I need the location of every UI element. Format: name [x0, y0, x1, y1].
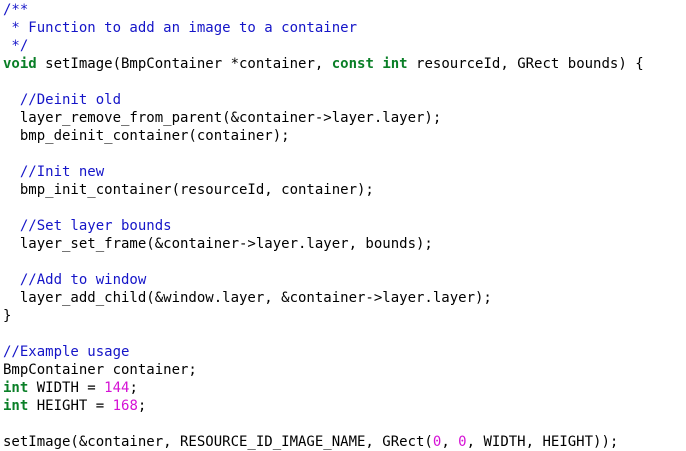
- code-line: }: [3, 307, 686, 325]
- code-line: layer_set_frame(&container->layer.layer,…: [3, 235, 686, 253]
- code-line: //Set layer bounds: [3, 217, 686, 235]
- code-line: int WIDTH = 144;: [3, 379, 686, 397]
- code-text: ,: [441, 434, 459, 450]
- code-line: //Example usage: [3, 343, 686, 361]
- code-text: ;: [129, 380, 138, 396]
- code-text: HEIGHT =: [28, 398, 113, 414]
- code-keyword: int: [3, 398, 29, 414]
- code-line: void setImage(BmpContainer *container, c…: [3, 55, 686, 73]
- code-comment: /**: [3, 2, 29, 18]
- code-line: layer_add_child(&window.layer, &containe…: [3, 289, 686, 307]
- code-line: //Deinit old: [3, 91, 686, 109]
- code-keyword: int: [3, 380, 29, 396]
- code-text: BmpContainer container;: [3, 362, 197, 378]
- code-line: /**: [3, 1, 686, 19]
- code-number: 168: [112, 398, 138, 414]
- code-comment: //Set layer bounds: [3, 218, 172, 234]
- code-comment: //Example usage: [3, 344, 130, 360]
- code-lines: /** * Function to add an image to a cont…: [0, 1, 686, 451]
- code-keyword: int: [382, 56, 408, 72]
- code-text: setImage(&container, RESOURCE_ID_IMAGE_N…: [3, 434, 433, 450]
- code-keyword: const: [331, 56, 374, 72]
- code-line: BmpContainer container;: [3, 361, 686, 379]
- code-comment: //Deinit old: [3, 92, 122, 108]
- code-comment: * Function to add an image to a containe…: [3, 20, 358, 36]
- code-line: */: [3, 37, 686, 55]
- code-text: , WIDTH, HEIGHT));: [466, 434, 619, 450]
- code-line: setImage(&container, RESOURCE_ID_IMAGE_N…: [3, 433, 686, 451]
- code-editor[interactable]: /** * Function to add an image to a cont…: [0, 0, 686, 451]
- code-line: //Add to window: [3, 271, 686, 289]
- code-keyword: void: [3, 56, 37, 72]
- code-comment: //Init new: [3, 164, 105, 180]
- code-line: //Init new: [3, 163, 686, 181]
- code-line: * Function to add an image to a containe…: [3, 19, 686, 37]
- code-text: setImage(BmpContainer *container,: [36, 56, 332, 72]
- code-text: layer_add_child(&window.layer, &containe…: [3, 290, 492, 306]
- code-text: WIDTH =: [28, 380, 105, 396]
- code-text: }: [3, 308, 12, 324]
- code-text: bmp_deinit_container(container);: [3, 128, 290, 144]
- code-number: 0: [458, 434, 467, 450]
- code-number: 144: [104, 380, 130, 396]
- code-text: layer_remove_from_parent(&container->lay…: [3, 110, 442, 126]
- code-line: layer_remove_from_parent(&container->lay…: [3, 109, 686, 127]
- code-line: bmp_deinit_container(container);: [3, 127, 686, 145]
- code-text: bmp_init_container(resourceId, container…: [3, 182, 374, 198]
- code-text: ;: [137, 398, 147, 414]
- code-text: layer_set_frame(&container->layer.layer,…: [3, 236, 433, 252]
- code-comment: */: [3, 38, 29, 54]
- code-text: resourceId, GRect bounds) {: [407, 56, 644, 72]
- code-line: bmp_init_container(resourceId, container…: [3, 181, 686, 199]
- code-line: int HEIGHT = 168;: [3, 397, 686, 415]
- code-comment: //Add to window: [3, 272, 147, 288]
